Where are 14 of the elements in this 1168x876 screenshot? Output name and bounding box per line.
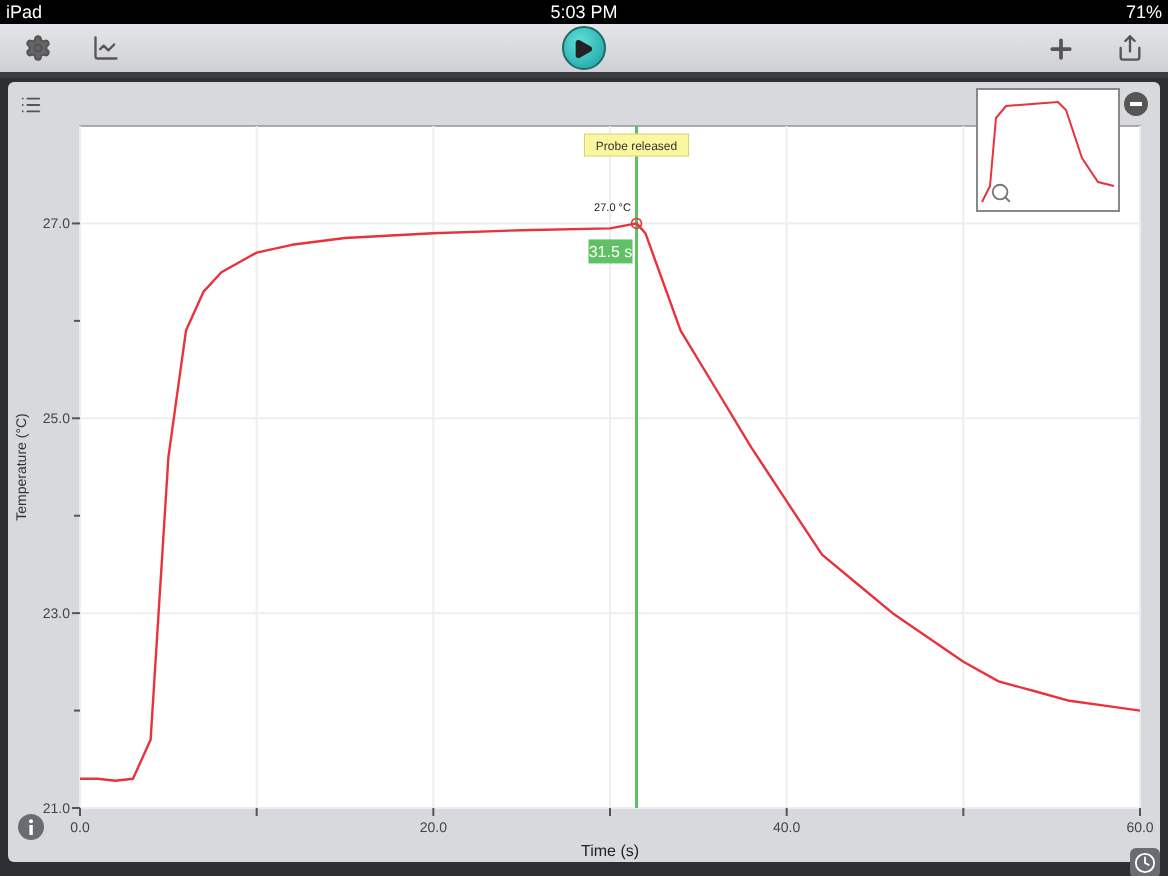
history-icon[interactable] bbox=[1130, 848, 1160, 876]
play-button[interactable] bbox=[561, 26, 605, 70]
battery-level: 71% bbox=[1125, 0, 1162, 24]
device-name: iPad bbox=[6, 0, 43, 24]
cursor-time-label: 31.5 s bbox=[588, 239, 633, 264]
settings-icon[interactable] bbox=[24, 34, 52, 62]
data-point-marker bbox=[630, 217, 643, 230]
share-icon[interactable] bbox=[1116, 34, 1144, 62]
play-icon bbox=[572, 37, 594, 59]
line-graph-icon[interactable] bbox=[92, 34, 120, 62]
graph-overview-thumbnail[interactable] bbox=[976, 88, 1120, 212]
add-icon[interactable] bbox=[1046, 33, 1076, 63]
clock-time: 5:03 PM bbox=[550, 0, 618, 24]
x-axis-title: Time (s) bbox=[580, 842, 640, 860]
